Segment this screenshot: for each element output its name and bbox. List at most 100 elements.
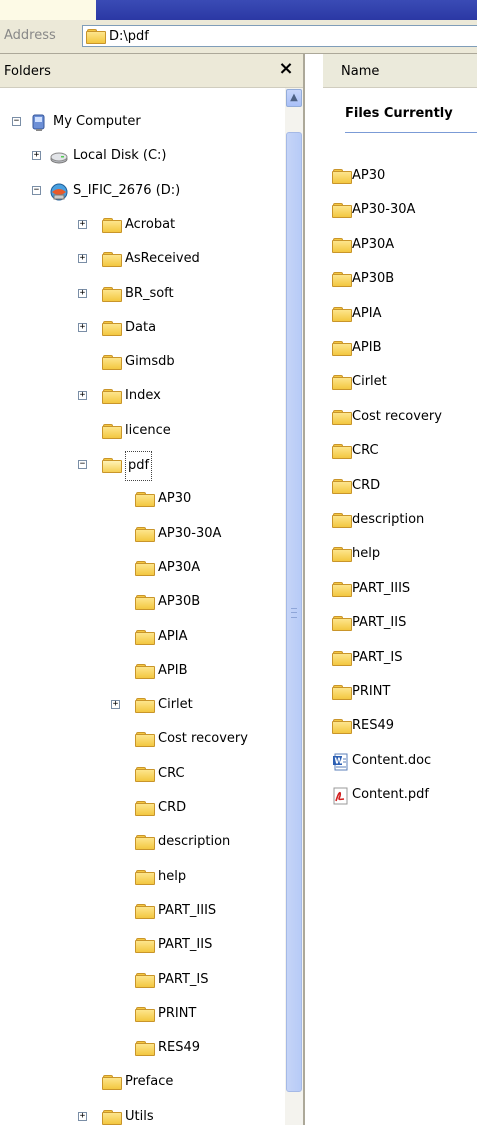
tree-item[interactable]: CRD — [135, 794, 283, 822]
folder-icon — [135, 1040, 155, 1057]
column-header-name[interactable]: Name — [341, 64, 379, 79]
file-list-item[interactable]: AP30-30A — [332, 196, 477, 224]
folders-pane: Folders × − My Computer + Local Disk (C:) − S… — [0, 54, 305, 1125]
tree-item[interactable]: help — [135, 863, 283, 891]
file-list-item-label: Cirlet — [352, 374, 387, 390]
folders-title: Folders — [4, 64, 51, 79]
tree-item-label: AP30B — [158, 594, 201, 610]
tree-item[interactable]: AP30-30A — [135, 520, 283, 548]
tree-item[interactable]: licence — [102, 417, 283, 445]
tree-item[interactable]: APIB — [135, 657, 283, 685]
tree-item[interactable]: Acrobat — [102, 211, 283, 239]
tree-item-label: pdf — [125, 451, 153, 481]
computer-icon — [30, 114, 48, 132]
address-input[interactable]: D:\pdf — [82, 25, 477, 47]
tree-item[interactable]: CRC — [135, 760, 283, 788]
folder-icon — [332, 581, 352, 597]
file-list-item[interactable]: RES49 — [332, 712, 477, 740]
file-list-item[interactable]: AP30 — [332, 162, 477, 190]
tree-item[interactable]: Cirlet — [135, 691, 283, 719]
expand-plus-icon[interactable]: + — [32, 151, 41, 161]
folder-icon — [332, 546, 352, 563]
tree-item[interactable]: Local Disk (C:) — [50, 142, 283, 170]
tree-item[interactable]: PART_IIS — [135, 931, 283, 959]
folder-icon — [332, 202, 352, 219]
file-list-item[interactable]: Cirlet — [332, 368, 477, 396]
file-list-item[interactable]: PART_IIIS — [332, 575, 477, 603]
folder-icon — [135, 766, 155, 782]
folder-icon — [135, 491, 155, 508]
file-list-item[interactable]: PART_IIS — [332, 609, 477, 637]
expand-plus-icon[interactable]: + — [78, 288, 87, 298]
file-list-item-label: APIB — [352, 340, 382, 355]
address-bar: Address D:\pdf — [0, 20, 477, 54]
file-list-item[interactable]: Cost recovery — [332, 403, 477, 431]
folder-icon — [332, 718, 352, 735]
tree-item[interactable]: Data — [102, 314, 283, 342]
tree-item[interactable]: APIA — [135, 623, 283, 651]
expand-plus-icon[interactable]: + — [78, 219, 87, 229]
folder-icon — [135, 834, 155, 851]
tree-item[interactable]: AP30 — [135, 485, 283, 513]
file-list-item[interactable]: AP30B — [332, 265, 477, 293]
network-drive-icon — [50, 183, 68, 201]
expand-plus-icon[interactable]: + — [111, 700, 120, 710]
file-list-item[interactable]: W Content.doc — [332, 747, 477, 775]
file-list-item[interactable]: APIA — [332, 300, 477, 328]
tree-item-label: licence — [125, 422, 171, 438]
file-list-item[interactable]: PRINT — [332, 678, 477, 706]
file-list-item[interactable]: help — [332, 540, 477, 568]
tree-item-label: RES49 — [158, 1040, 201, 1056]
collapse-minus-icon[interactable]: − — [78, 460, 87, 469]
expand-plus-icon[interactable]: + — [78, 254, 87, 264]
tree-item[interactable]: AP30A — [135, 554, 283, 582]
expand-plus-icon[interactable]: + — [78, 391, 87, 401]
window-titlebar — [96, 0, 477, 20]
tree-item[interactable]: Cost recovery — [135, 725, 283, 753]
file-list-item-label: AP30-30A — [352, 202, 416, 218]
tree-item[interactable]: My Computer — [30, 108, 283, 136]
tree-item[interactable]: AP30B — [135, 588, 283, 616]
tree-item[interactable]: PART_IIIS — [135, 897, 283, 925]
tree-item[interactable]: PRINT — [135, 1000, 283, 1028]
file-list-item[interactable]: CRD — [332, 472, 477, 500]
close-icon[interactable]: × — [277, 59, 295, 79]
file-list-item[interactable]: AP30A — [332, 231, 477, 259]
tree-item[interactable]: pdf — [102, 451, 283, 481]
tree-item[interactable]: Preface — [102, 1068, 283, 1096]
folder-icon — [135, 560, 155, 576]
tree-item[interactable]: AsReceived — [102, 245, 283, 273]
file-list-item[interactable]: APIB — [332, 334, 477, 362]
file-list-item[interactable]: CRC — [332, 437, 477, 465]
folder-icon — [332, 478, 352, 494]
scroll-up-arrow-icon[interactable]: ▲ — [286, 89, 302, 107]
tree-item[interactable]: PART_IS — [135, 966, 283, 994]
expand-plus-icon[interactable]: + — [78, 322, 87, 332]
tree-item[interactable]: Utils — [102, 1103, 283, 1125]
folders-header: Folders × — [0, 54, 303, 88]
collapse-minus-icon[interactable]: − — [12, 117, 21, 126]
tree-item[interactable]: S_IFIC_2676 (D:) — [50, 177, 283, 205]
expand-plus-icon[interactable]: + — [78, 1111, 87, 1121]
file-list-item-label: PART_IIIS — [352, 580, 411, 596]
folder-icon — [332, 271, 352, 288]
folder-icon — [332, 340, 352, 356]
tree-item[interactable]: description — [135, 828, 283, 856]
folder-icon — [135, 731, 155, 748]
folder-icon — [102, 1109, 122, 1125]
folder-icon — [332, 650, 352, 666]
file-list-item[interactable]: Content.pdf — [332, 781, 477, 809]
file-list-item[interactable]: PART_IS — [332, 644, 477, 672]
tree-item[interactable]: RES49 — [135, 1034, 283, 1062]
file-list-item[interactable]: description — [332, 506, 477, 534]
tree-item[interactable]: Gimsdb — [102, 348, 283, 376]
folder-icon — [332, 615, 352, 632]
tree-item[interactable]: BR_soft — [102, 280, 283, 308]
folder-icon — [332, 443, 352, 460]
tree-item[interactable]: Index — [102, 382, 283, 410]
tree-item-label: APIB — [158, 662, 188, 678]
scroll-thumb[interactable] — [286, 132, 302, 1092]
folder-icon — [332, 684, 352, 700]
collapse-minus-icon[interactable]: − — [32, 185, 41, 195]
vertical-scrollbar[interactable]: ▲ — [285, 88, 303, 1125]
